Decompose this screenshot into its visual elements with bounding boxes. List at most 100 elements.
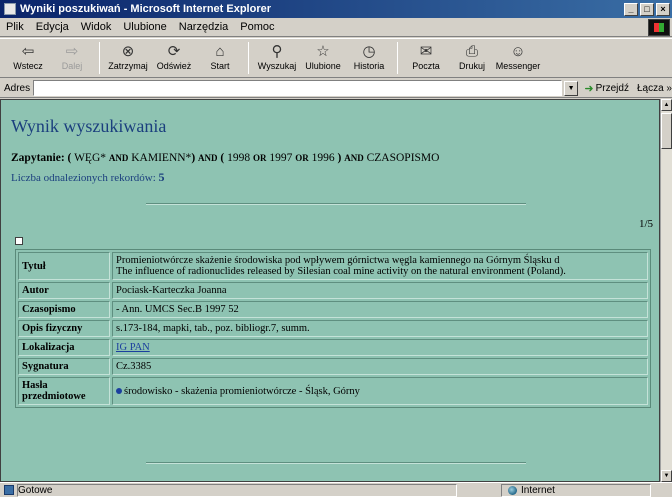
globe-icon <box>508 485 517 495</box>
field-value-line: Cz.3385 <box>116 361 152 372</box>
record-table: Tytuł Promieniotwórcze skażenie środowisk… <box>15 249 651 408</box>
toolbar-separator <box>99 42 100 74</box>
field-value-line: Pociask-Karteczka Joanna <box>116 285 227 296</box>
toolbar-button-label: Zatrzymaj <box>108 61 148 71</box>
go-button[interactable]: ➜ Przejdź <box>584 82 629 95</box>
query-paren: ) <box>191 152 196 164</box>
address-input[interactable] <box>33 80 562 96</box>
select-record-checkbox[interactable] <box>15 237 23 245</box>
refresh-icon: ⟳ <box>167 43 181 60</box>
close-button[interactable]: × <box>656 2 670 16</box>
field-label: Opis fizyczny <box>18 320 110 337</box>
scroll-up-button[interactable]: ▲ <box>661 99 672 111</box>
toolbar-button-mail[interactable]: ✉ Poczta <box>403 39 449 77</box>
field-value-line: - Ann. UMCS Sec.B 1997 52 <box>116 304 239 315</box>
divider <box>146 203 526 205</box>
toolbar-button-label: Odśwież <box>156 61 192 71</box>
page-done-icon <box>4 485 14 495</box>
minimize-button[interactable]: _ <box>624 2 638 16</box>
go-arrow-icon: ➜ <box>584 82 594 95</box>
toolbar-separator <box>248 42 249 74</box>
query-label: Zapytanie: <box>11 152 65 164</box>
bullet-icon <box>116 388 122 395</box>
maximize-button[interactable]: □ <box>640 2 654 16</box>
query-term: KAMIENN* <box>131 152 192 164</box>
record-count: Liczba odnalezionych rekordów: 5 <box>11 170 165 185</box>
toolbar-button-refresh[interactable]: ⟳ Odśwież <box>151 39 197 77</box>
query-operator: AND <box>198 153 218 163</box>
field-label: Autor <box>18 282 110 299</box>
query-operator: OR <box>253 153 267 163</box>
toolbar-button-favorites[interactable]: ☆ Ulubione <box>300 39 346 77</box>
divider <box>146 462 526 464</box>
toolbar-button-stop[interactable]: ⊗ Zatrzymaj <box>105 39 151 77</box>
vertical-scrollbar[interactable]: ▲ ▼ <box>660 99 672 482</box>
status-bar: Gotowe Internet <box>0 482 672 497</box>
query-line: Zapytanie: ( WĘG* AND KAMIENN*) AND ( 19… <box>11 152 439 164</box>
print-icon: ⎙ <box>465 42 478 60</box>
toolbar-button-label: Wstecz <box>13 61 43 71</box>
query-term: CZASOPISMO <box>366 152 440 164</box>
field-value: Cz.3385 <box>112 358 648 375</box>
toolbar-button-label: Messenger <box>495 61 541 71</box>
toolbar-button-messenger[interactable]: ☺ Messenger <box>495 39 541 77</box>
window-title: Wyniki poszukiwań - Microsoft Internet E… <box>20 3 272 15</box>
menu-view[interactable]: Widok <box>75 21 118 33</box>
messenger-icon: ☺ <box>510 42 526 60</box>
table-row: Autor Pociask-Karteczka Joanna <box>18 282 648 299</box>
toolbar-button-label: Wyszukaj <box>257 61 297 71</box>
security-zone: Internet <box>501 483 651 497</box>
menu-favorites[interactable]: Ulubione <box>117 21 172 33</box>
menu-bar: Plik Edycja Widok Ulubione Narzędzia Pom… <box>0 18 672 37</box>
field-label: Hasła przedmiotowe <box>18 377 110 405</box>
standard-toolbar: ⇦ Wstecz ⇨ Dalej ⊗ Zatrzymaj ⟳ Odśwież ⌂ Start ⚲ Wy… <box>0 38 672 78</box>
table-row: Lokalizacja IG PAN <box>18 339 648 356</box>
toolbar-button-label: Drukuj <box>458 61 485 71</box>
query-operator: OR <box>295 153 309 163</box>
ie-app-icon[interactable] <box>4 3 16 15</box>
query-paren: ( <box>67 152 72 164</box>
toolbar-button-search[interactable]: ⚲ Wyszukaj <box>254 39 300 77</box>
toolbar-button-forward-arrow[interactable]: ⇨ Dalej <box>50 39 94 77</box>
scroll-thumb[interactable] <box>661 113 672 149</box>
field-label: Tytuł <box>18 252 110 280</box>
window-title-bar[interactable]: Wyniki poszukiwań - Microsoft Internet E… <box>0 0 672 18</box>
toolbar-button-home[interactable]: ⌂ Start <box>197 39 243 77</box>
toolbar-button-label: Ulubione <box>305 61 341 71</box>
forward-arrow-icon: ⇨ <box>65 43 79 60</box>
search-icon: ⚲ <box>271 43 283 60</box>
location-link[interactable]: IG PAN <box>116 342 150 353</box>
scroll-down-button[interactable]: ▼ <box>661 470 672 482</box>
field-value: środowisko - skażenia promieniotwórcze -… <box>112 377 648 405</box>
field-label: Czasopismo <box>18 301 110 318</box>
address-label: Adres <box>4 82 31 94</box>
toolbar-button-label: Start <box>210 61 230 71</box>
toolbar-button-back-arrow[interactable]: ⇦ Wstecz <box>6 39 50 77</box>
toolbar-button-print[interactable]: ⎙ Drukuj <box>449 39 495 77</box>
favorites-icon: ☆ <box>316 43 330 60</box>
query-operator: AND <box>344 153 364 163</box>
field-label: Lokalizacja <box>18 339 110 356</box>
subject-heading[interactable]: środowisko - skażenia promieniotwórcze -… <box>124 386 360 397</box>
mail-icon: ✉ <box>419 43 433 60</box>
stop-icon: ⊗ <box>121 43 135 60</box>
menu-file[interactable]: Plik <box>0 21 30 33</box>
menu-edit[interactable]: Edycja <box>30 21 75 33</box>
pager: 1/5 <box>638 218 653 230</box>
toolbar-button-label: Poczta <box>412 61 440 71</box>
menu-help[interactable]: Pomoc <box>234 21 280 33</box>
address-bar: Adres ▼ ➜ Przejdź Łącza » <box>0 79 672 98</box>
links-toolbar[interactable]: Łącza » <box>637 83 672 94</box>
table-row: Czasopismo - Ann. UMCS Sec.B 1997 52 <box>18 301 648 318</box>
menu-tools[interactable]: Narzędzia <box>173 21 235 33</box>
address-dropdown-button[interactable]: ▼ <box>563 80 579 96</box>
query-paren: ( <box>220 152 225 164</box>
table-row: Opis fizyczny s.173-184, mapki, tab., poz… <box>18 320 648 337</box>
home-icon: ⌂ <box>215 42 225 60</box>
query-paren: ) <box>337 152 342 164</box>
toolbar-button-history[interactable]: ◷ Historia <box>346 39 392 77</box>
query-term: WĘG* <box>74 152 106 164</box>
windows-logo-icon <box>648 18 670 36</box>
record-count-value: 5 <box>158 170 165 184</box>
query-operator: AND <box>108 153 129 163</box>
